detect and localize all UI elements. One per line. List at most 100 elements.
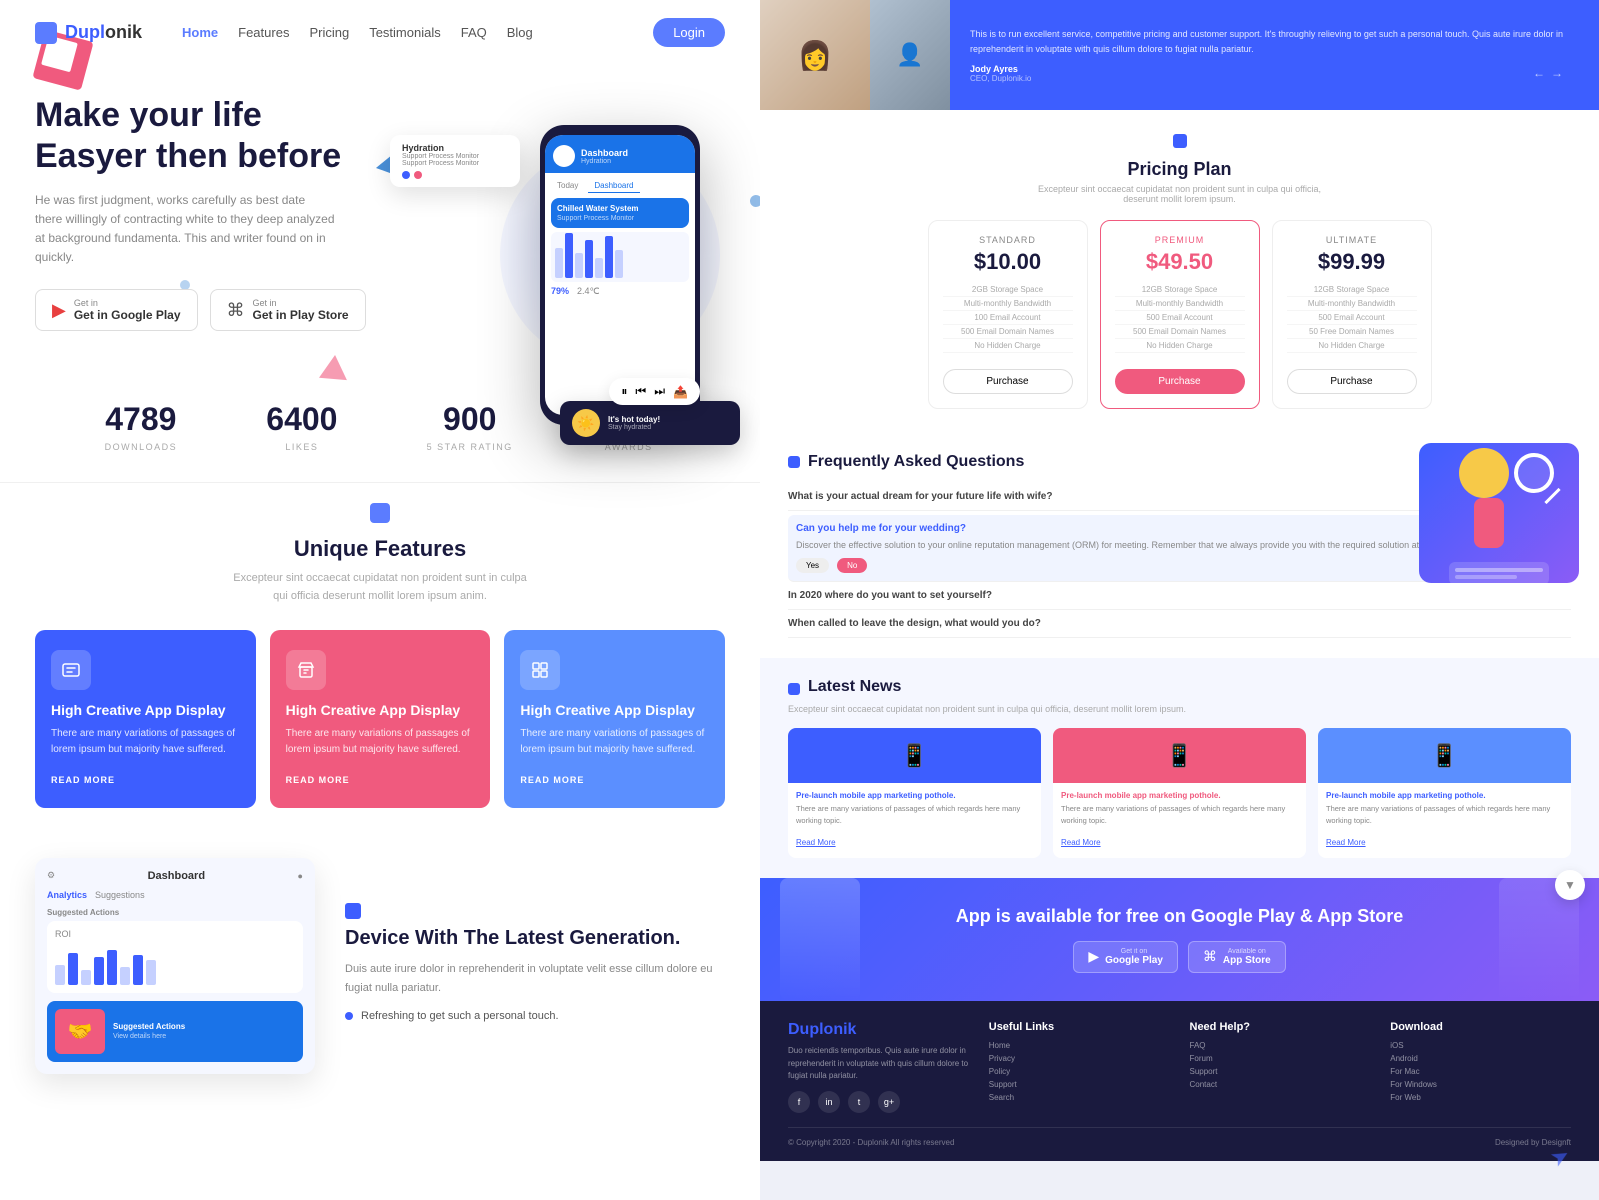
testimonial-role: CEO, Duplonik.io <box>970 74 1031 83</box>
footer-link-privacy[interactable]: Privacy <box>989 1054 1170 1063</box>
mini-bars <box>55 945 295 985</box>
pricing-description: Excepteur sint occaecat cupidatat non pr… <box>1030 184 1330 204</box>
footer-bottom: © Copyright 2020 - Duplonik All rights r… <box>788 1127 1571 1147</box>
news-img-3: 📱 <box>1318 728 1571 783</box>
cta-buttons: ▶ Get it on Google Play ⌘ Available on A… <box>788 941 1571 973</box>
footer-link-policy[interactable]: Policy <box>989 1067 1170 1076</box>
feature-icon-1 <box>51 650 91 690</box>
faq-title: Frequently Asked Questions <box>808 453 1024 471</box>
footer-help-forum[interactable]: Forum <box>1190 1054 1371 1063</box>
media-controls: ⏸ ⏮ ⏭ 📤 <box>609 378 700 405</box>
phone-header: Dashboard Hydration <box>545 135 695 173</box>
news-card-2: 📱 Pre-launch mobile app marketing pothol… <box>1053 728 1306 858</box>
social-twitter[interactable]: t <box>848 1091 870 1113</box>
footer-link-search[interactable]: Search <box>989 1093 1170 1102</box>
nav-item-faq[interactable]: FAQ <box>461 24 487 42</box>
price-card-premium: PREMIUM $49.50 12GB Storage Space Multi-… <box>1100 220 1260 409</box>
share-icon[interactable]: 📤 <box>673 385 688 399</box>
footer-dl-windows[interactable]: For Windows <box>1390 1080 1571 1089</box>
nav-item-home[interactable]: Home <box>182 24 218 42</box>
app-store-button[interactable]: ⌘ Get in Get in Play Store <box>210 289 366 331</box>
purchase-premium-button[interactable]: Purchase <box>1115 369 1245 394</box>
testimonial-author: Jody Ayres <box>970 64 1031 74</box>
next-arrow[interactable]: → <box>1551 66 1563 80</box>
footer-download-col: Download iOS Android For Mac For Windows… <box>1390 1021 1571 1113</box>
price-card-standard: STANDARD $10.00 2GB Storage Space Multi-… <box>928 220 1088 409</box>
footer-brand-col: Duplonik Duo reiciendis temporibus. Quis… <box>788 1021 969 1113</box>
faq-item-3: In 2020 where do you want to set yoursel… <box>788 582 1571 610</box>
cta-google-play-button[interactable]: ▶ Get it on Google Play <box>1073 941 1178 973</box>
pricing-title: Pricing Plan <box>788 159 1571 180</box>
feature-desc-3: There are many variations of passages of… <box>520 726 709 758</box>
footer-help-faq[interactable]: FAQ <box>1190 1041 1371 1050</box>
social-googleplus[interactable]: g+ <box>878 1091 900 1113</box>
device-bullet-1: Refreshing to get such a personal touch. <box>345 1010 725 1022</box>
left-panel: Duplonik Home Features Pricing Testimoni… <box>0 0 760 1200</box>
footer-help-contact[interactable]: Contact <box>1190 1080 1371 1089</box>
phone-chart <box>551 232 689 282</box>
footer-dl-mac[interactable]: For Mac <box>1390 1067 1571 1076</box>
feature-link-3[interactable]: READ MORE <box>520 775 584 785</box>
device-screen: ⚙ Dashboard ● Analytics Suggestions Sugg… <box>35 858 315 1074</box>
footer-useful-links: Home Privacy Policy Support Search <box>989 1041 1170 1102</box>
footer-help-support[interactable]: Support <box>1190 1067 1371 1076</box>
features-tag <box>370 503 390 523</box>
feature-title-3: High Creative App Display <box>520 702 709 718</box>
phone-tabs: Today Dashboard <box>551 179 689 193</box>
cta-app-store-button[interactable]: ⌘ Available on App Store <box>1188 941 1286 973</box>
stat-downloads: 4789 DOWNLOADS <box>105 401 178 452</box>
pricing-header: Pricing Plan Excepteur sint occaecat cup… <box>788 134 1571 204</box>
price-standard: $10.00 <box>943 249 1073 275</box>
faq-yes-button[interactable]: Yes <box>796 558 829 573</box>
footer-help-col: Need Help? FAQ Forum Support Contact <box>1190 1021 1371 1113</box>
nav-item-testimonials[interactable]: Testimonials <box>369 24 441 42</box>
purchase-standard-button[interactable]: Purchase <box>943 369 1073 394</box>
social-linkedin[interactable]: in <box>818 1091 840 1113</box>
right-panel: 👩 👤 This is to run excellent service, co… <box>760 0 1599 1200</box>
news-img-1: 📱 <box>788 728 1041 783</box>
social-facebook[interactable]: f <box>788 1091 810 1113</box>
feature-card-2: High Creative App Display There are many… <box>270 630 491 808</box>
feature-link-1[interactable]: READ MORE <box>51 775 115 785</box>
phone-content: Today Dashboard Chilled Water System Sup… <box>545 173 695 303</box>
play-icon: ▶ <box>52 300 66 321</box>
cta-banner: App is available for free on Google Play… <box>760 878 1599 1001</box>
footer-link-home[interactable]: Home <box>989 1041 1170 1050</box>
news-card-1: 📱 Pre-launch mobile app marketing pothol… <box>788 728 1041 858</box>
cta-deco-left <box>780 878 860 1001</box>
nav-item-blog[interactable]: Blog <box>507 24 533 42</box>
nav-links: Home Features Pricing Testimonials FAQ B… <box>182 24 653 42</box>
scroll-indicator[interactable]: ▼ <box>1555 870 1585 900</box>
price-ultimate: $99.99 <box>1287 249 1417 275</box>
faq-no-button[interactable]: No <box>837 558 867 573</box>
pause-icon[interactable]: ⏸ <box>621 384 627 399</box>
news-readmore-3[interactable]: Read More <box>1326 838 1366 847</box>
footer-dl-web[interactable]: For Web <box>1390 1093 1571 1102</box>
news-readmore-2[interactable]: Read More <box>1061 838 1101 847</box>
logo[interactable]: Duplonik <box>35 22 142 44</box>
footer-tagline: Duo reiciendis temporibus. Quis aute iru… <box>788 1045 969 1083</box>
phone-avatar <box>553 145 575 167</box>
purchase-ultimate-button[interactable]: Purchase <box>1287 369 1417 394</box>
faq-item-4: When called to leave the design, what wo… <box>788 610 1571 638</box>
footer-dl-android[interactable]: Android <box>1390 1054 1571 1063</box>
nav-item-pricing[interactable]: Pricing <box>309 24 349 42</box>
prev-icon[interactable]: ⏮ <box>635 384 646 399</box>
news-cards: 📱 Pre-launch mobile app marketing pothol… <box>788 728 1571 858</box>
feature-link-2[interactable]: READ MORE <box>286 775 350 785</box>
features-standard: 2GB Storage Space Multi-monthly Bandwidt… <box>943 283 1073 353</box>
nav-item-features[interactable]: Features <box>238 24 289 42</box>
next-icon[interactable]: ⏭ <box>654 384 665 399</box>
faq-question-4[interactable]: When called to leave the design, what wo… <box>788 618 1571 629</box>
features-title: Unique Features <box>35 536 725 562</box>
news-readmore-1[interactable]: Read More <box>796 838 836 847</box>
footer-link-support[interactable]: Support <box>989 1080 1170 1089</box>
prev-arrow[interactable]: ← <box>1533 66 1545 80</box>
google-play-button[interactable]: ▶ Get in Get in Google Play <box>35 289 198 331</box>
device-section: ⚙ Dashboard ● Analytics Suggestions Sugg… <box>0 838 760 1104</box>
footer-dl-ios[interactable]: iOS <box>1390 1041 1571 1050</box>
float-card-hydration: Hydration Support Process Monitor Suppor… <box>390 135 520 187</box>
faq-question-3[interactable]: In 2020 where do you want to set yoursel… <box>788 590 1571 601</box>
login-button[interactable]: Login <box>653 18 725 47</box>
device-header-bar: ⚙ Dashboard ● <box>47 870 303 882</box>
